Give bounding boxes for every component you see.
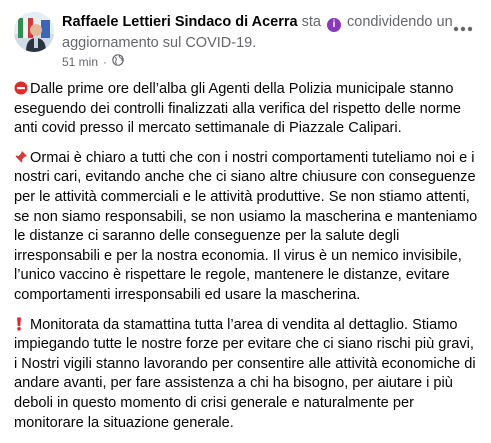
post-author-line: Raffaele Lettieri Sindaco di Acerra sta … (62, 12, 462, 54)
more-options-icon (453, 19, 473, 37)
no-entry-icon (14, 81, 28, 95)
author-name[interactable]: Raffaele Lettieri Sindaco di Acerra (62, 14, 298, 30)
post-paragraph-1: Dalle prime ore dell’alba gli Agenti del… (14, 80, 480, 139)
post-header: Raffaele Lettieri Sindaco di Acerra sta … (14, 12, 479, 70)
globe-icon (112, 54, 124, 69)
post-meta: 51 min · (62, 54, 124, 69)
exclamation-icon (14, 317, 28, 331)
post-paragraph-2: Ormai è chiaro a tutti che con i nostri … (14, 149, 480, 306)
meta-separator: · (103, 54, 108, 69)
pushpin-icon (14, 150, 28, 164)
more-options-button[interactable] (449, 14, 477, 42)
avatar[interactable] (14, 12, 54, 52)
info-icon: i (326, 18, 341, 32)
paragraph-text: Monitorata da stamattina tutta l’area di… (14, 316, 476, 431)
post-timestamp[interactable]: 51 min (62, 55, 98, 69)
activity-condividendo[interactable]: condividendo (347, 14, 432, 30)
profile-photo (14, 12, 54, 52)
paragraph-text: Dalle prime ore dell’alba gli Agenti del… (14, 81, 461, 137)
post-paragraph-3: Monitorata da stamattina tutta l’area di… (14, 316, 480, 434)
post-body: Dalle prime ore dell’alba gli Agenti del… (14, 80, 480, 443)
paragraph-text: Ormai è chiaro a tutti che con i nostri … (14, 149, 478, 303)
verb-sta: sta (301, 14, 321, 30)
